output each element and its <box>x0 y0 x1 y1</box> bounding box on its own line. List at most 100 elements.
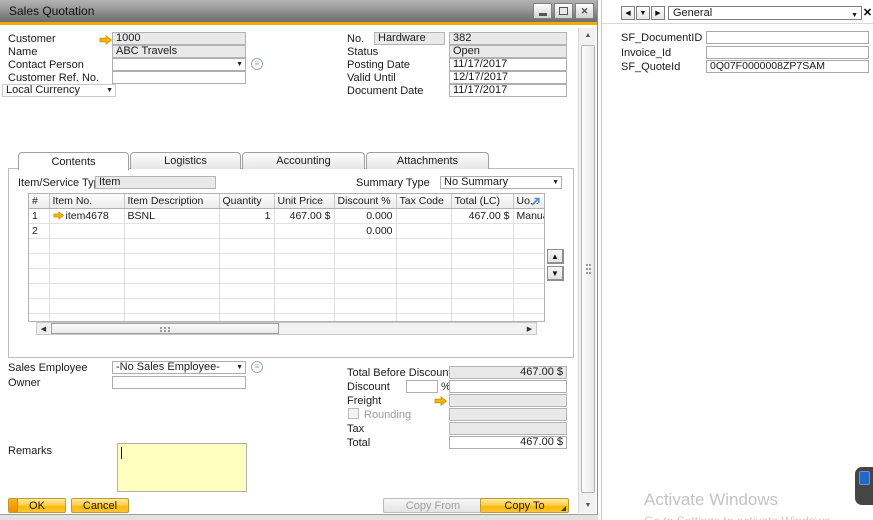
table-row[interactable] <box>29 313 544 321</box>
nav-previous-button[interactable]: ◀ <box>621 6 635 20</box>
cancel-button[interactable]: Cancel <box>71 498 129 513</box>
chevron-down-icon[interactable]: ▼ <box>106 87 113 95</box>
table-row[interactable] <box>29 238 544 254</box>
move-row-down-button[interactable]: ▼ <box>547 266 564 281</box>
cell-quantity[interactable] <box>219 223 275 239</box>
choose-from-list-icon[interactable]: ≡ <box>251 58 263 70</box>
doc-series-field[interactable]: Hardware <box>374 32 445 45</box>
discount-amount-field[interactable] <box>449 380 567 393</box>
sf-documentid-field[interactable] <box>706 31 869 44</box>
scroll-up-button[interactable]: ▲ <box>580 28 596 43</box>
cell-tax-code[interactable] <box>396 223 452 239</box>
minimize-button[interactable] <box>533 3 552 19</box>
freight-field[interactable] <box>449 394 567 407</box>
vertical-scroll-thumb[interactable] <box>581 45 595 493</box>
table-row[interactable] <box>29 298 544 314</box>
cell-description[interactable]: BSNL <box>124 208 220 224</box>
cell-description[interactable] <box>124 223 220 239</box>
copy-to-button[interactable]: Copy To <box>480 498 569 513</box>
tab-accounting[interactable]: Accounting <box>242 152 365 169</box>
cell-total[interactable]: 467.00 $ <box>451 208 514 224</box>
cell-tax-code[interactable] <box>396 208 452 224</box>
tab-logistics[interactable]: Logistics <box>130 152 241 169</box>
table-row[interactable]: 1 item4678 BSNL 1 467.00 $ 0.000 467.00 … <box>29 208 544 224</box>
scroll-down-button[interactable]: ▼ <box>580 498 596 513</box>
col-row-num[interactable]: # <box>29 194 50 209</box>
table-row[interactable] <box>29 253 544 269</box>
close-button[interactable]: ✕ <box>575 3 594 19</box>
col-discount[interactable]: Discount % <box>334 194 397 209</box>
table-header-row: # Item No. Item Description Quantity Uni… <box>29 194 544 209</box>
customer-ref-field[interactable] <box>112 71 246 84</box>
cell-item-no[interactable]: item4678 <box>49 208 125 224</box>
link-arrow-icon[interactable] <box>434 396 447 406</box>
choose-from-list-icon[interactable]: ≡ <box>251 361 263 373</box>
cell-unit-price[interactable]: 467.00 $ <box>274 208 335 224</box>
discount-percent-input[interactable] <box>406 380 438 393</box>
table-row[interactable]: 2 0.000 <box>29 223 544 239</box>
tab-label: Logistics <box>164 155 207 167</box>
col-total-lc[interactable]: Total (LC) <box>451 194 514 209</box>
nav-next-button[interactable]: ▶ <box>651 6 665 20</box>
edge-panel-tab[interactable] <box>855 467 873 505</box>
horizontal-scroll-thumb[interactable] <box>51 323 279 334</box>
category-selector[interactable]: General ▼ <box>668 6 862 20</box>
contact-person-combo[interactable]: ▼ <box>112 58 246 71</box>
chevron-down-icon[interactable]: ▼ <box>552 179 559 187</box>
col-item-no[interactable]: Item No. <box>49 194 125 209</box>
scroll-left-button[interactable]: ◀ <box>37 323 50 334</box>
chevron-down-icon[interactable]: ▼ <box>236 61 243 69</box>
doc-number-field[interactable]: 382 <box>449 32 567 45</box>
cell-total[interactable] <box>451 223 514 239</box>
cell-discount[interactable]: 0.000 <box>334 223 397 239</box>
posting-date-field[interactable]: 11/17/2017 <box>449 58 567 71</box>
invoice-id-field[interactable] <box>706 46 869 59</box>
window-titlebar[interactable]: Sales Quotation ✕ <box>0 0 597 22</box>
summary-type-combo[interactable]: No Summary ▼ <box>440 176 562 189</box>
copy-from-button[interactable]: Copy From <box>383 498 483 513</box>
col-unit-price[interactable]: Unit Price <box>274 194 335 209</box>
cell-quantity[interactable]: 1 <box>219 208 275 224</box>
customer-field[interactable]: 1000 <box>112 32 246 45</box>
panel-close-button[interactable]: ✕ <box>861 5 873 19</box>
scroll-right-button[interactable]: ▶ <box>523 323 536 334</box>
sales-employee-combo[interactable]: -No Sales Employee- ▼ <box>112 361 246 374</box>
rounding-checkbox[interactable] <box>348 408 359 419</box>
move-row-up-button[interactable]: ▲ <box>547 249 564 264</box>
remarks-textarea[interactable] <box>117 443 247 492</box>
link-arrow-icon[interactable] <box>99 35 112 45</box>
table-horizontal-scrollbar[interactable]: ◀ ▶ <box>36 322 537 335</box>
cell-item-no[interactable] <box>49 223 125 239</box>
chevron-down-icon[interactable]: ▼ <box>236 364 243 372</box>
sf-quoteid-label: SF_QuoteId <box>621 61 681 73</box>
col-quantity[interactable]: Quantity <box>219 194 275 209</box>
cell-discount[interactable]: 0.000 <box>334 208 397 224</box>
tab-contents[interactable]: Contents <box>18 152 129 170</box>
tab-attachments[interactable]: Attachments <box>366 152 489 169</box>
valid-until-field[interactable]: 12/17/2017 <box>449 71 567 84</box>
expand-table-icon[interactable] <box>530 196 541 207</box>
table-row[interactable] <box>29 283 544 299</box>
item-service-type-field[interactable]: Item <box>95 176 216 189</box>
document-date-field[interactable]: 11/17/2017 <box>449 84 567 97</box>
currency-combo[interactable]: Local Currency ▼ <box>2 84 116 97</box>
link-arrow-icon[interactable] <box>53 210 64 220</box>
col-tax-code[interactable]: Tax Code <box>396 194 452 209</box>
tab-label: Contents <box>51 155 96 168</box>
restore-button[interactable] <box>554 3 573 19</box>
discount-label: Discount <box>347 381 390 393</box>
list-lines-glyph: ≡ <box>254 59 260 68</box>
chevron-down-icon[interactable]: ▼ <box>851 10 858 22</box>
arrow-down-icon: ▼ <box>551 268 559 278</box>
owner-field[interactable] <box>112 376 246 389</box>
sf-quoteid-field[interactable]: 0Q07F0000008ZP7SAM <box>706 60 869 73</box>
table-row[interactable] <box>29 268 544 284</box>
col-item-description[interactable]: Item Description <box>124 194 220 209</box>
cell-uom[interactable] <box>513 223 544 239</box>
nav-expand-button[interactable]: ▼ <box>636 6 650 20</box>
cell-uom[interactable]: Manual <box>513 208 544 224</box>
window-vertical-scrollbar[interactable]: ▲ ▼ <box>578 28 596 513</box>
ok-button[interactable]: OK <box>8 498 66 513</box>
customer-name-field[interactable]: ABC Travels <box>112 45 246 58</box>
cell-unit-price[interactable] <box>274 223 335 239</box>
